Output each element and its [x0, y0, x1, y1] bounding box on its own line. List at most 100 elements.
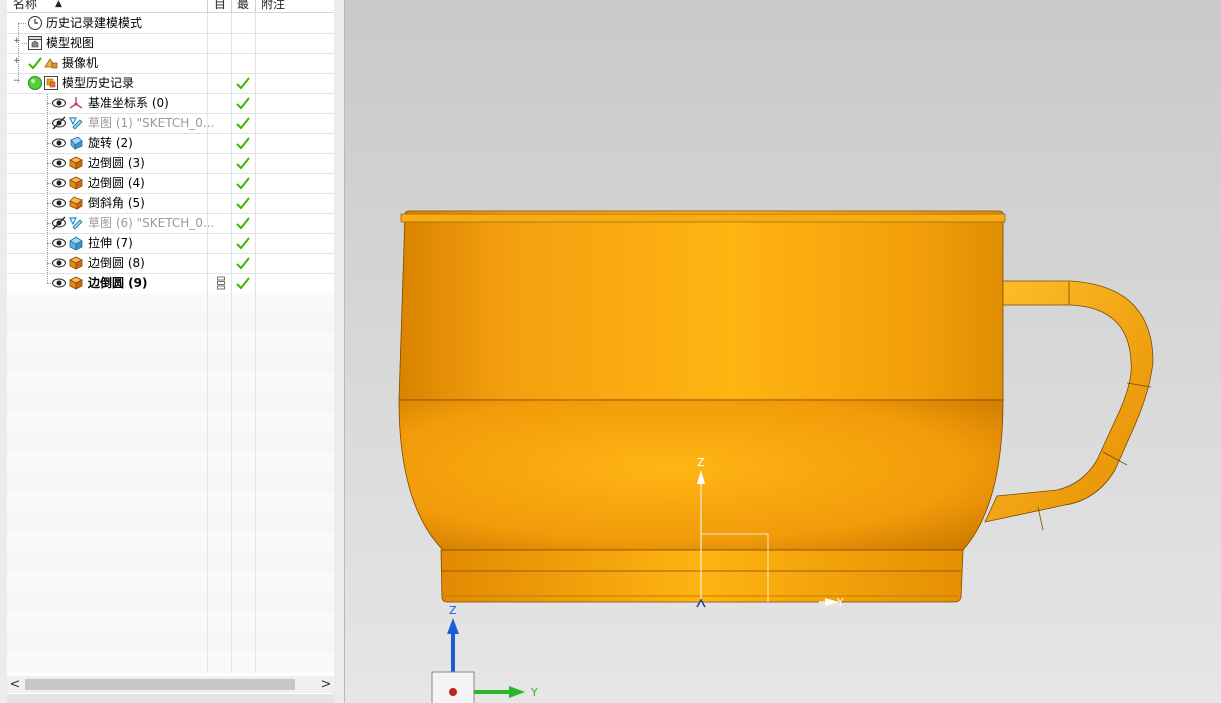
visibility-eye-icon[interactable]: [51, 175, 67, 191]
visibility-eye-icon[interactable]: [51, 255, 67, 271]
horizontal-scrollbar[interactable]: < >: [7, 676, 334, 693]
empty-row: [7, 393, 334, 414]
empty-row: [7, 613, 334, 634]
tree-body: 历史记录建模模式 + 模型视图 + 摄像机 − 模型历史记录 基准坐标系 (0)…: [7, 13, 334, 673]
column-divider: [255, 93, 256, 113]
tree-row-edge-blend-9[interactable]: 边倒圆 (9): [7, 273, 334, 294]
triad-z-label: Z: [449, 604, 457, 617]
visibility-eye-icon[interactable]: [51, 95, 67, 111]
tree-item-label: 倒斜角 (5): [88, 196, 145, 210]
sort-ascending-icon[interactable]: ▲: [55, 0, 62, 12]
column-divider: [207, 213, 208, 233]
column-divider: [207, 93, 208, 113]
edge-blend-icon: [69, 256, 83, 270]
tree-row-sketch-1[interactable]: 草图 (1) "SKETCH_0...: [7, 113, 334, 134]
column-divider: [207, 253, 208, 273]
triad-y-label: Y: [530, 686, 538, 699]
active-status-icon: [28, 76, 42, 90]
graphics-viewport[interactable]: Z Y Z Y: [344, 0, 1221, 703]
tree-item-label: 边倒圆 (4): [88, 176, 145, 190]
view-triad[interactable]: Z Y: [431, 604, 538, 703]
tree-header: 名称 ▲ 目 最 附注: [7, 0, 334, 13]
column-header-current[interactable]: 目: [214, 0, 226, 12]
column-divider: [255, 113, 256, 133]
cup-handle[interactable]: [984, 280, 1154, 523]
visibility-eye-icon[interactable]: [51, 155, 67, 171]
collapse-icon[interactable]: −: [13, 77, 21, 86]
column-divider: [231, 253, 232, 273]
tree-row-model-views[interactable]: + 模型视图: [7, 33, 334, 54]
part-navigator-tree: 名称 ▲ 目 最 附注 历史记录建模模式 + 模型视图 + 摄像机 − 模型历史…: [7, 0, 334, 703]
clock-icon: [28, 16, 42, 30]
expand-icon[interactable]: +: [13, 57, 21, 66]
cup-base[interactable]: [440, 549, 964, 603]
up-to-date-check-icon: [236, 157, 250, 170]
column-divider: [255, 233, 256, 253]
column-divider: [255, 273, 256, 293]
part-navigator-panel: 名称 ▲ 目 最 附注 历史记录建模模式 + 模型视图 + 摄像机 − 模型历史…: [0, 0, 344, 703]
column-divider: [231, 153, 232, 173]
triad-origin-dot: [449, 688, 457, 696]
column-header-notes[interactable]: 附注: [261, 0, 285, 12]
column-divider[interactable]: [255, 0, 256, 12]
column-header-name[interactable]: 名称: [13, 0, 37, 12]
empty-row: [7, 593, 334, 614]
triad-z-arrow: [447, 618, 459, 634]
tree-row-sketch-6[interactable]: 草图 (6) "SKETCH_0...: [7, 213, 334, 234]
revolve-icon: [70, 136, 83, 150]
navigator-bottom-bar: [7, 694, 334, 703]
empty-row: [7, 413, 334, 434]
column-divider: [207, 13, 208, 33]
tree-row-model-history[interactable]: − 模型历史记录: [7, 73, 334, 94]
tree-row-edge-blend-8[interactable]: 边倒圆 (8): [7, 253, 334, 274]
model-views-icon: [28, 36, 42, 50]
visibility-eye-icon[interactable]: [51, 195, 67, 211]
empty-row: [7, 493, 334, 514]
column-divider: [207, 153, 208, 173]
package-icon: [217, 276, 225, 290]
scrollbar-thumb[interactable]: [25, 679, 295, 690]
up-to-date-check-icon: [236, 257, 250, 270]
visibility-eye-icon[interactable]: [51, 235, 67, 251]
tree-item-label: 草图 (1) "SKETCH_0...: [88, 116, 215, 130]
triad-origin-box[interactable]: [431, 671, 475, 703]
column-divider: [231, 213, 232, 233]
tree-row-edge-blend-3[interactable]: 边倒圆 (3): [7, 153, 334, 174]
hidden-eye-icon[interactable]: [51, 215, 67, 231]
tree-item-label: 基准坐标系 (0): [88, 96, 169, 110]
tree-row-chamfer-5[interactable]: 倒斜角 (5): [7, 193, 334, 214]
datum-z-label: Z: [697, 456, 705, 469]
triad-y-arrow: [509, 686, 525, 698]
tree-row-history-mode[interactable]: 历史记录建模模式: [7, 13, 334, 34]
visibility-eye-icon[interactable]: [51, 135, 67, 151]
scroll-left-button[interactable]: <: [7, 676, 23, 693]
column-divider: [207, 173, 208, 193]
tree-row-datum-csys[interactable]: 基准坐标系 (0): [7, 93, 334, 114]
column-divider: [231, 193, 232, 213]
tree-item-label: 边倒圆 (9): [88, 276, 148, 290]
tree-item-label: 历史记录建模模式: [46, 16, 143, 30]
visibility-eye-icon[interactable]: [51, 275, 67, 291]
empty-row: [7, 433, 334, 454]
cup-model[interactable]: [398, 210, 1154, 603]
empty-row: [7, 373, 334, 394]
column-divider: [255, 33, 256, 53]
expand-icon[interactable]: +: [13, 37, 21, 46]
column-header-latest[interactable]: 最: [237, 0, 249, 12]
tree-row-extrude-7[interactable]: 拉伸 (7): [7, 233, 334, 254]
empty-row: [7, 553, 334, 574]
datum-csys-icon: [69, 97, 83, 109]
column-divider: [207, 193, 208, 213]
column-divider: [255, 173, 256, 193]
up-to-date-check-icon: [236, 117, 250, 130]
tree-item-label: 边倒圆 (8): [88, 256, 145, 270]
model-view-canvas[interactable]: Z Y Z Y: [345, 0, 1221, 703]
hidden-eye-icon[interactable]: [51, 115, 67, 131]
tree-row-cameras[interactable]: + 摄像机: [7, 53, 334, 74]
column-divider[interactable]: [207, 0, 208, 12]
tree-row-edge-blend-4[interactable]: 边倒圆 (4): [7, 173, 334, 194]
tree-row-revolve-2[interactable]: 旋转 (2): [7, 133, 334, 154]
column-divider[interactable]: [231, 0, 232, 12]
scroll-right-button[interactable]: >: [318, 676, 334, 693]
cup-upper-body[interactable]: [398, 210, 1004, 401]
